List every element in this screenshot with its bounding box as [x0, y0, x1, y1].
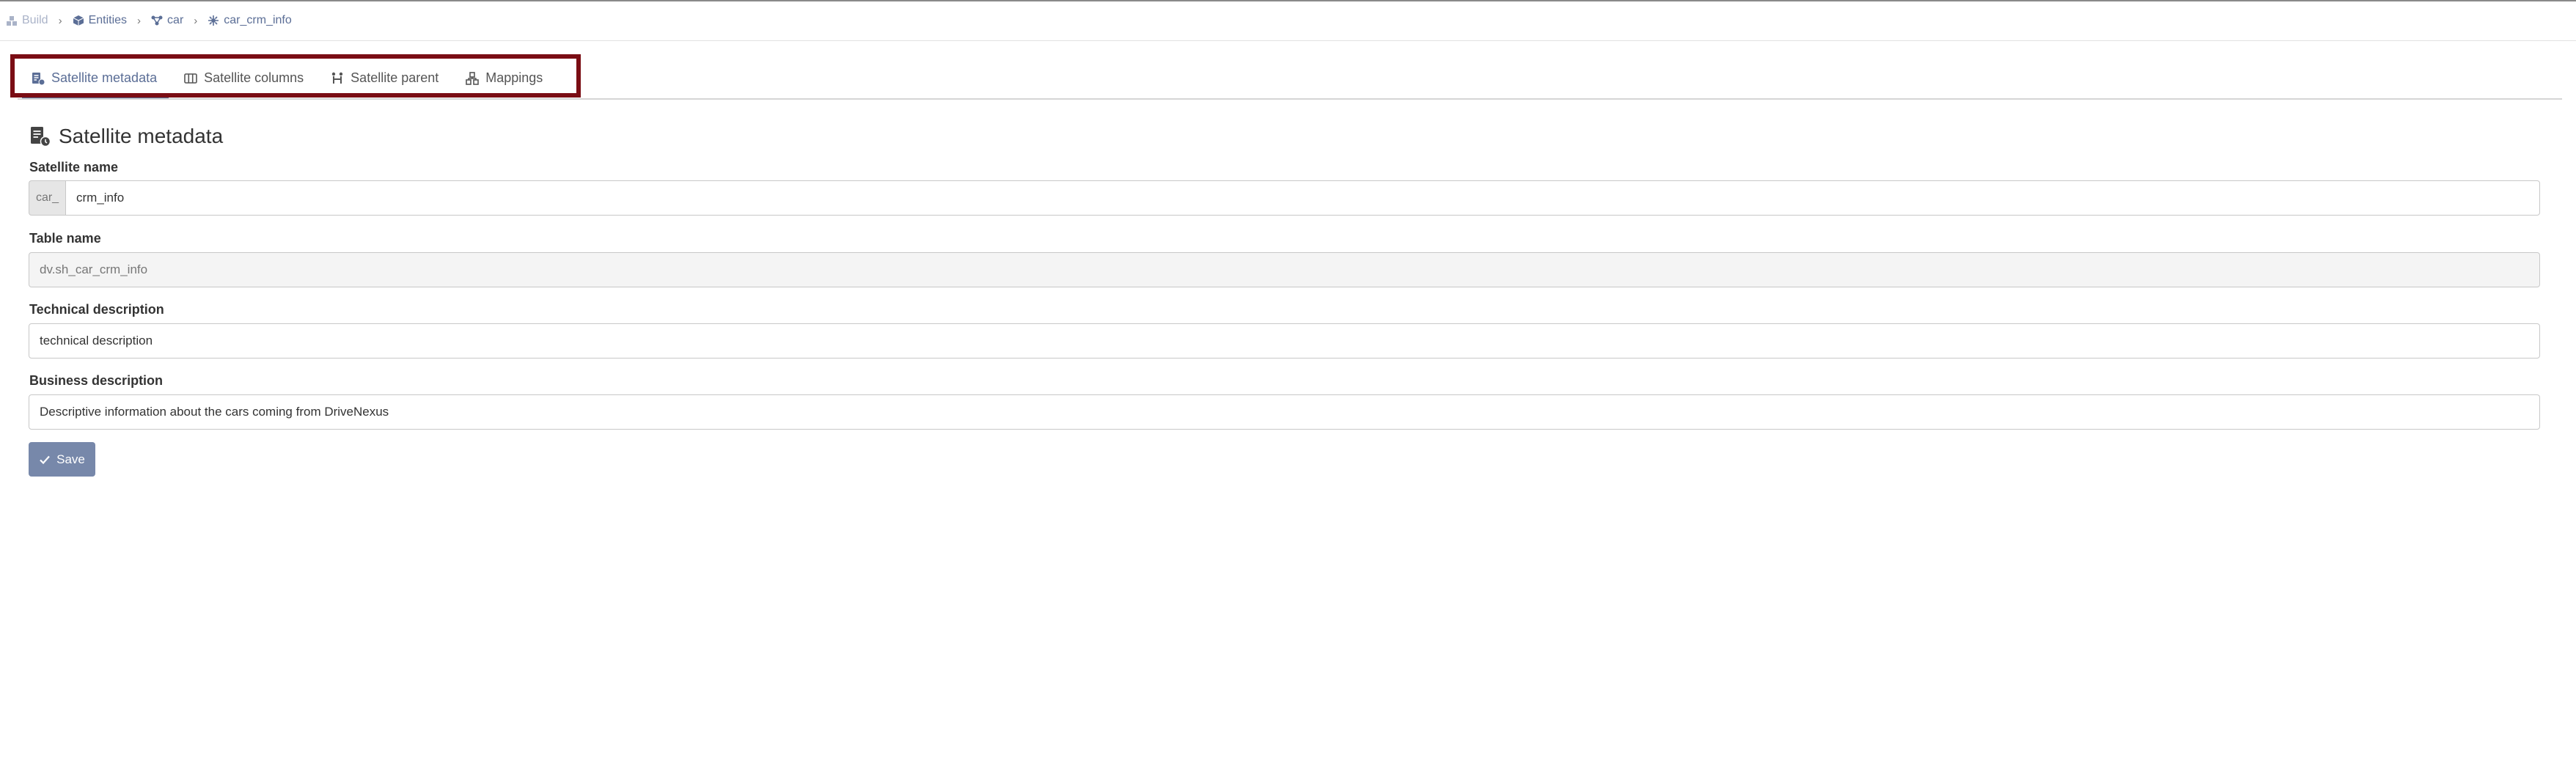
columns-icon	[184, 73, 197, 84]
tab-satellite-parent[interactable]: Satellite parent	[317, 62, 452, 95]
tab-label: Satellite metadata	[51, 70, 158, 85]
table-name-label: Table name	[29, 231, 101, 246]
save-button-label: Save	[56, 452, 85, 466]
satellite-name-label: Satellite name	[29, 160, 119, 174]
hub-icon	[151, 15, 163, 26]
cube-icon	[73, 15, 84, 26]
tab-bar: Satellite metadata Satellite columns Sat…	[18, 62, 578, 95]
breadcrumb: Build › Entities › car › car_crm_info	[6, 10, 292, 31]
breadcrumb-divider	[0, 40, 2576, 41]
mappings-icon	[466, 71, 480, 85]
business-description-label: Business description	[29, 373, 164, 388]
breadcrumb-item-build[interactable]: Build	[6, 14, 48, 27]
satellite-icon	[208, 15, 219, 26]
tab-label: Satellite parent	[351, 70, 439, 85]
satellite-name-input[interactable]: crm_info	[65, 180, 2540, 216]
section-title-text: Satellite metadata	[59, 125, 224, 147]
section-title: Satellite metadata	[29, 125, 223, 148]
business-description-input[interactable]: Descriptive information about the cars c…	[29, 394, 2540, 430]
tab-satellite-columns[interactable]: Satellite columns	[170, 62, 317, 95]
tab-mappings[interactable]: Mappings	[452, 62, 556, 95]
breadcrumb-label: car	[167, 14, 184, 26]
table-name-input: dv.sh_car_crm_info	[29, 252, 2540, 287]
breadcrumb-item-car[interactable]: car	[151, 14, 183, 27]
technical-description-input[interactable]: technical description	[29, 323, 2540, 359]
breadcrumb-label: car_crm_info	[224, 14, 292, 26]
breadcrumb-label: Build	[22, 14, 48, 26]
breadcrumb-separator: ›	[194, 14, 198, 27]
tab-satellite-metadata[interactable]: Satellite metadata	[18, 62, 170, 95]
tab-label: Satellite columns	[204, 70, 304, 85]
technical-description-label: Technical description	[29, 302, 164, 317]
metadata-icon	[31, 127, 51, 147]
parent-icon	[331, 72, 343, 84]
breadcrumb-label: Entities	[88, 14, 128, 26]
top-rule	[0, 0, 2576, 1]
check-icon	[40, 455, 50, 464]
breadcrumb-separator: ›	[58, 14, 62, 27]
metadata-icon	[32, 72, 45, 85]
breadcrumb-item-entities[interactable]: Entities	[73, 14, 127, 27]
satellite-name-group: car_ crm_info	[29, 180, 2540, 216]
save-button[interactable]: Save	[29, 442, 95, 477]
build-icon	[7, 16, 17, 26]
tabs-divider	[18, 98, 2562, 100]
tab-label: Mappings	[485, 70, 543, 85]
satellite-name-prefix: car_	[29, 180, 65, 216]
breadcrumb-item-car-crm-info[interactable]: car_crm_info	[208, 14, 292, 27]
breadcrumb-separator: ›	[137, 14, 142, 27]
